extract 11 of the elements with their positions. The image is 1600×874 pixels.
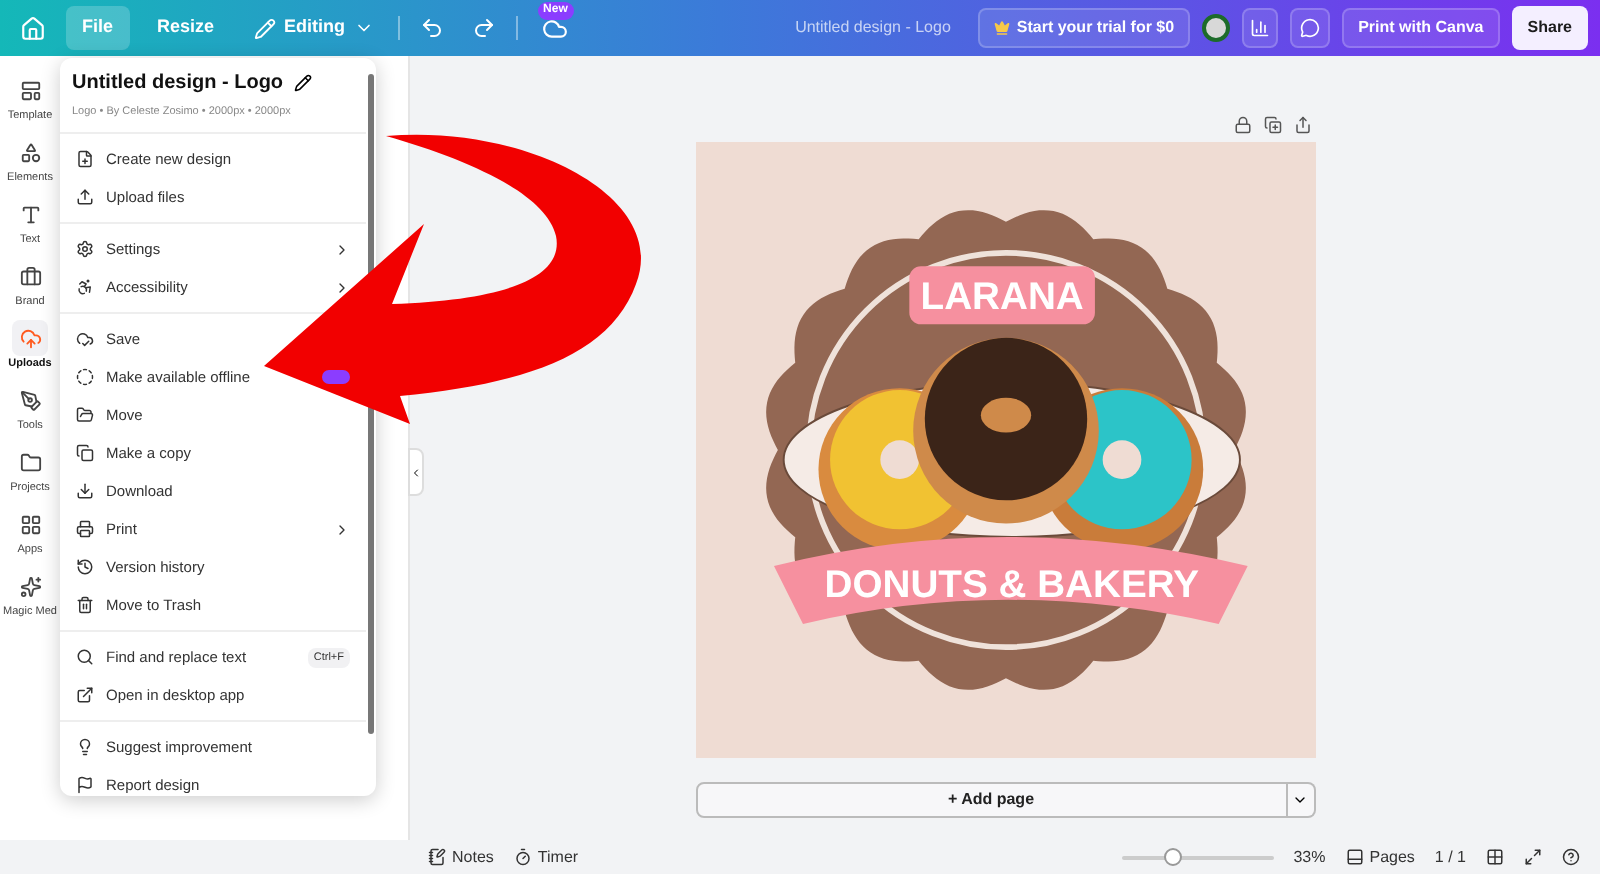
bakery-logo-drawing: LARANA DONUTS & BAKERY xyxy=(705,160,1305,740)
timer-button[interactable]: Timer xyxy=(513,845,579,869)
zoom-reading: 33% xyxy=(1293,845,1326,869)
page-count: 1 / 1 xyxy=(1434,845,1466,869)
notes-button[interactable]: Notes xyxy=(428,845,494,869)
share-button[interactable]: Share xyxy=(1511,6,1588,50)
menu-title: Untitled design - Logo xyxy=(72,70,284,98)
print-button[interactable]: Print with Canva xyxy=(1342,8,1500,48)
pages-button[interactable]: Pages xyxy=(1345,845,1415,869)
add-page-button[interactable]: + Add page xyxy=(695,782,1287,818)
trial-button[interactable]: Start your trial for $0 xyxy=(978,8,1191,48)
